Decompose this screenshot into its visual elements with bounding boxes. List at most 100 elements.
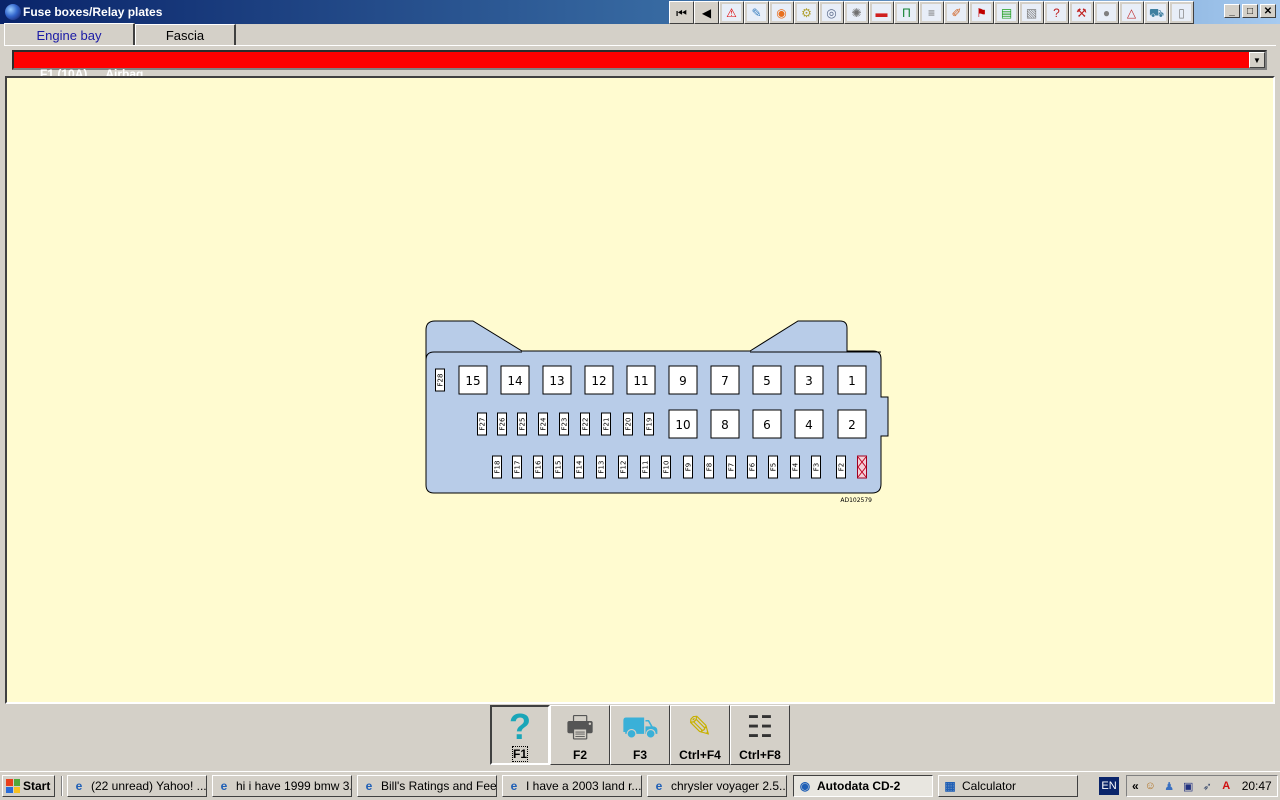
toolbar-button-engine-tools[interactable]: ✎	[744, 1, 769, 24]
fault-codes-icon: ?	[1047, 4, 1066, 21]
relay-label: 12	[591, 374, 606, 388]
toolbar-button-wheel[interactable]: ◎	[819, 1, 844, 24]
fusebox-icon: ▯	[1172, 4, 1191, 21]
close-button[interactable]: ✕	[1260, 4, 1276, 18]
taskbar-item-label: (22 unread) Yahoo! ...	[91, 779, 207, 793]
user-tray-icon[interactable]: ☺	[1143, 779, 1158, 794]
toolbar-button-oil[interactable]: ✐	[944, 1, 969, 24]
fuse-label: F25	[519, 418, 527, 431]
tyres-icon: ●	[1097, 4, 1116, 21]
repair-times-icon: ⚒	[1072, 4, 1091, 21]
relay-label: 13	[549, 374, 564, 388]
back-icon: ◀	[701, 5, 712, 20]
fkey-button-f1[interactable]: ? F1	[490, 705, 550, 765]
taskbar-item-label: I have a 2003 land r...	[526, 779, 642, 793]
toolbar-button-first[interactable]: ⏮	[669, 1, 694, 24]
toolbar-button-fault-codes[interactable]: ?	[1044, 1, 1069, 24]
toolbar-button-tyres[interactable]: ●	[1094, 1, 1119, 24]
toolbar-button-aircon[interactable]: ▤	[994, 1, 1019, 24]
relay-label: 2	[848, 418, 856, 432]
taskbar-item[interactable]: ▦ Calculator	[938, 775, 1078, 797]
help-icon: ?	[509, 706, 531, 747]
fuse-label: F9	[685, 463, 693, 471]
messenger-tray-icon[interactable]: ♟	[1162, 779, 1177, 794]
toolbar-button-lift[interactable]: Π	[894, 1, 919, 24]
fkey-label: Ctrl+F4	[679, 748, 721, 762]
relay-label: 10	[675, 418, 690, 432]
autodata-window: Fuse boxes/Relay plates ⏮ ◀ ⚠ ✎ ◉ ⚙ ◎ ✺ ▬ Π ≡ ✐ ⚑ ▤ ▧?…	[0, 0, 1280, 771]
tab-fascia[interactable]: Fascia	[135, 24, 236, 46]
dropdown-arrow-icon[interactable]: ▼	[1249, 52, 1265, 68]
fuse-label: F2	[838, 463, 846, 471]
toolbar-button-timing[interactable]: ◉	[769, 1, 794, 24]
relay-label: 3	[805, 374, 813, 388]
fuse-label: F24	[540, 417, 548, 430]
fkey-button-f3[interactable]: ⛟ F3	[610, 705, 670, 765]
fuse-label: F12	[620, 461, 628, 474]
toolbar-button-service[interactable]: ≡	[919, 1, 944, 24]
autodata-icon: ◉	[799, 779, 811, 793]
toolbar-button-back[interactable]: ◀	[694, 1, 719, 24]
windows-logo-icon	[6, 779, 20, 793]
toolbar-button-abs[interactable]: △	[1119, 1, 1144, 24]
timing-icon: ◉	[772, 4, 791, 21]
fuse-label: F22	[582, 418, 590, 431]
taskbar-item[interactable]: e (22 unread) Yahoo! ...	[67, 775, 207, 797]
engine-tools-icon: ✎	[747, 4, 766, 21]
taskbar-item[interactable]: e I have a 2003 land r...	[502, 775, 642, 797]
start-label: Start	[23, 779, 51, 793]
toolbar-button-battery[interactable]: ▬	[869, 1, 894, 24]
tab-engine-bay[interactable]: Engine bay	[4, 23, 135, 46]
fkey-label: F2	[572, 748, 587, 762]
fuse-label: F28	[437, 374, 445, 387]
fkey-button-ctrl-f4[interactable]: ✎ Ctrl+F4	[670, 705, 730, 765]
location-tabs: Engine bay Fascia	[4, 23, 236, 46]
taskbar: Start e (22 unread) Yahoo! ... e hi i have …	[0, 771, 1280, 800]
table-icon: ☷	[746, 711, 774, 744]
maximize-button[interactable]: □	[1242, 4, 1258, 18]
taskbar-item[interactable]: e chrysler voyager 2.5...	[647, 775, 787, 797]
fuse-label: F5	[770, 463, 778, 471]
toolbar-button-belt[interactable]: ⚙	[794, 1, 819, 24]
rocket-tray-icon[interactable]: ➶	[1200, 779, 1215, 794]
fuse-label: F4	[792, 462, 800, 471]
toolbar-button-diagnostics[interactable]: ⚑	[969, 1, 994, 24]
fkey-button-f2[interactable]: 🖶 F2	[550, 705, 610, 765]
fuse-label: F19	[646, 418, 654, 431]
fusebox-diagram: 15 14 13 12 11 9 7 5 3 1 10 8 6 4 2 F28 F27 F26 F25 F24 F23 F…	[425, 320, 889, 504]
toolbar-button-warning[interactable]: ⚠	[719, 1, 744, 24]
fuse-select-dropdown[interactable]: F1 (10A) Airbag ▼	[12, 50, 1267, 81]
taskbar-item-label: Autodata CD-2	[817, 779, 901, 793]
system-tray: « ☺ ♟ ▣ ➶ A 20:47	[1126, 775, 1278, 797]
toolbar-button-wiring[interactable]: ✺	[844, 1, 869, 24]
parts-icon: ▧	[1022, 4, 1041, 21]
fkey-button-ctrl-f8[interactable]: ☷ Ctrl+F8	[730, 705, 790, 765]
clock[interactable]: 20:47	[1242, 779, 1272, 793]
language-indicator[interactable]: EN	[1099, 777, 1119, 795]
taskbar-separator[interactable]	[61, 776, 63, 796]
notes-icon: ✎	[687, 711, 713, 744]
service-icon: ≡	[922, 4, 941, 21]
tray-expand-button[interactable]: «	[1132, 779, 1139, 793]
toolbar-button-fusebox[interactable]: ▯	[1169, 1, 1194, 24]
toolbar-button-parts[interactable]: ▧	[1019, 1, 1044, 24]
taskbar-item[interactable]: e Bill's Ratings and Fee...	[357, 775, 497, 797]
minimize-button[interactable]: _	[1224, 4, 1240, 18]
toolbar-button-repair-times[interactable]: ⚒	[1069, 1, 1094, 24]
network-tray-icon[interactable]: ▣	[1181, 779, 1196, 794]
aircon-icon: ▤	[997, 4, 1016, 21]
taskbar-item[interactable]: e hi i have 1999 bmw 3...	[212, 775, 352, 797]
fuse-label: F1	[859, 463, 867, 471]
ie-icon: e	[655, 779, 663, 793]
toolbar-button-car[interactable]: ⛟	[1144, 1, 1169, 24]
belt-icon: ⚙	[797, 4, 816, 21]
tab-divider	[4, 45, 1276, 46]
relay-label: 6	[763, 418, 771, 432]
autodata-app-icon	[5, 4, 21, 20]
title-bar[interactable]: Fuse boxes/Relay plates ⏮ ◀ ⚠ ✎ ◉ ⚙ ◎ ✺ ▬ Π ≡ ✐ ⚑ ▤ ▧?…	[0, 0, 1280, 24]
taskbar-item[interactable]: ◉ Autodata CD-2	[793, 775, 933, 797]
start-button[interactable]: Start	[2, 775, 55, 797]
fuse-label: F15	[555, 461, 563, 474]
ati-tray-icon[interactable]: A	[1219, 779, 1234, 794]
window-controls: _ □ ✕	[1224, 4, 1276, 18]
